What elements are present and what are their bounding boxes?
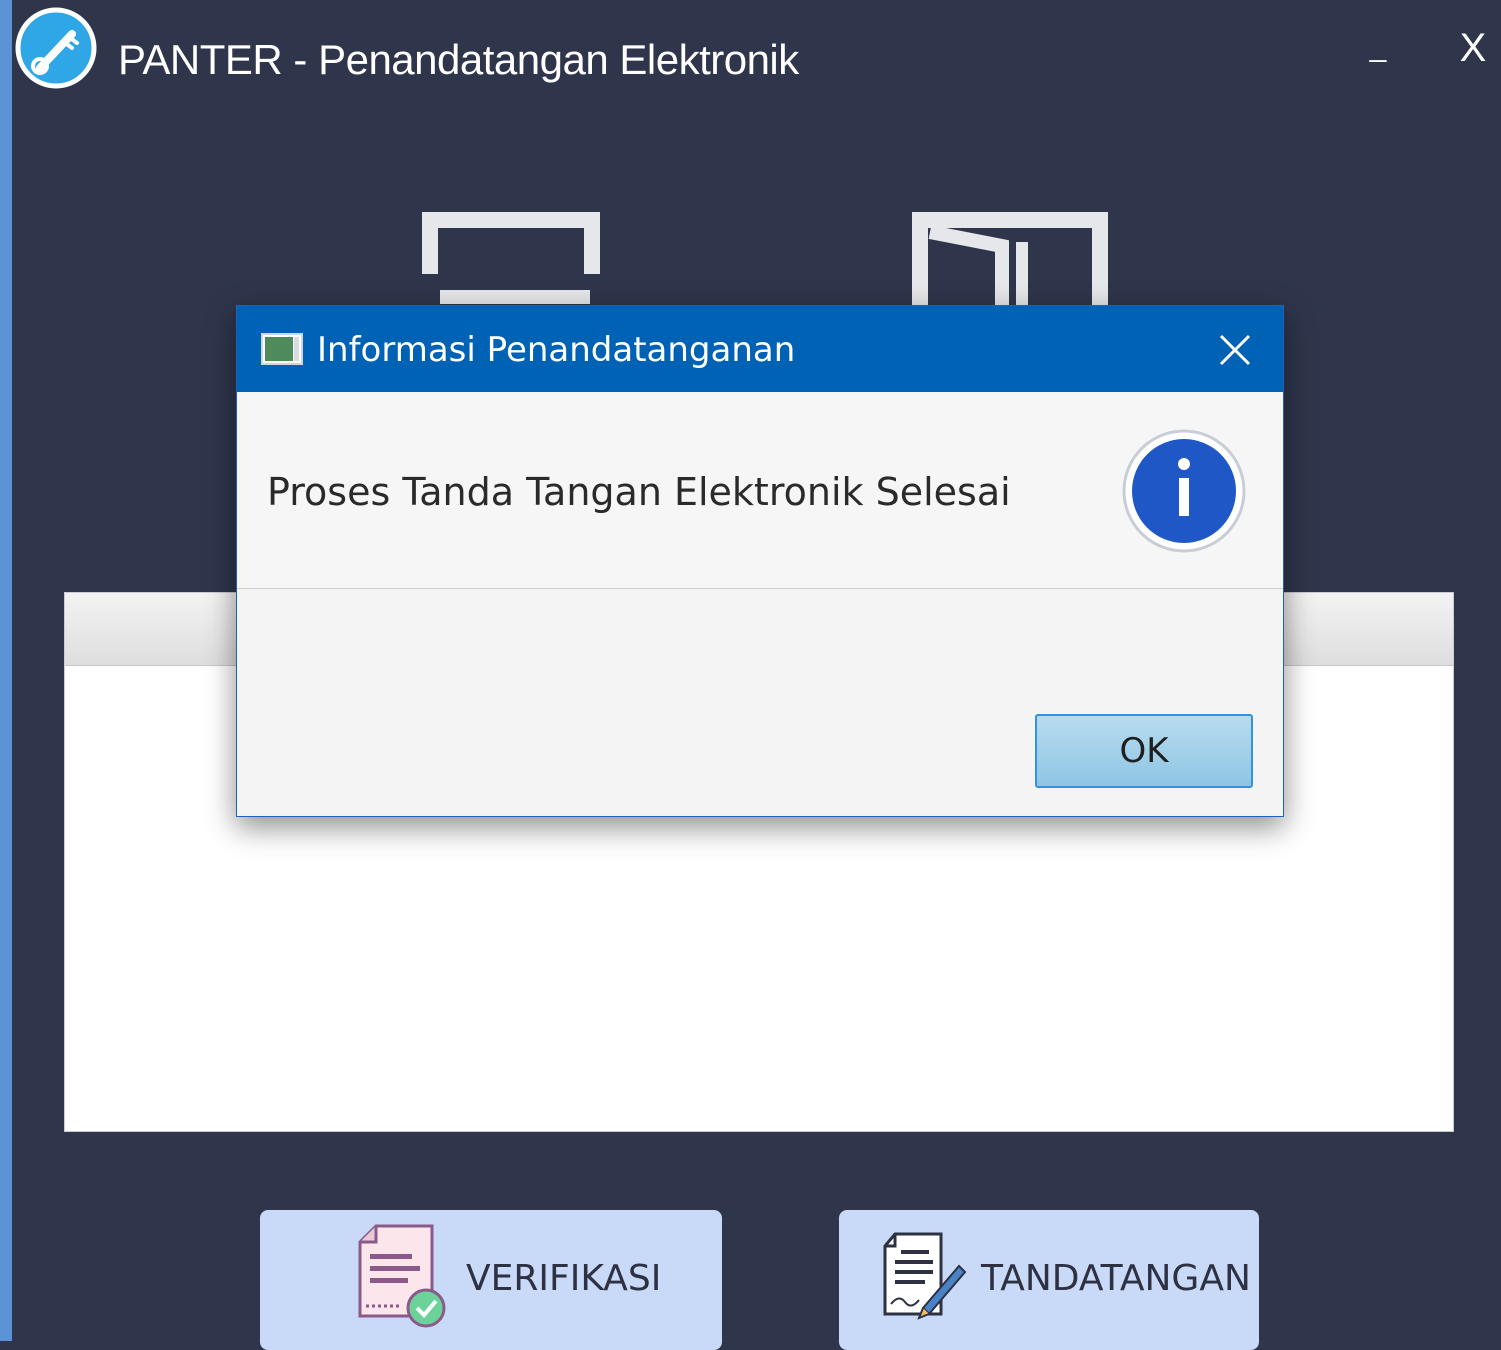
sign-document-icon <box>883 1232 967 1320</box>
dialog-title: Informasi Penandatanganan <box>317 330 796 370</box>
book-document-icon <box>912 212 1108 308</box>
window-app-icon <box>261 333 303 365</box>
dialog-close-icon[interactable] <box>1215 330 1255 370</box>
minimize-button[interactable]: _ <box>1364 30 1392 70</box>
sign-button-label: TANDATANGAN <box>981 1258 1251 1299</box>
ok-button[interactable]: OK <box>1035 714 1253 788</box>
dialog-message: Proses Tanda Tangan Elektronik Selesai <box>267 470 1011 514</box>
signing-info-dialog: Informasi Penandatanganan Proses Tanda T… <box>236 305 1284 817</box>
sign-button[interactable]: TANDATANGAN <box>839 1210 1259 1350</box>
info-icon <box>1122 429 1246 553</box>
dialog-message-area: Proses Tanda Tangan Elektronik Selesai <box>237 392 1283 589</box>
app-logo-icon <box>15 7 97 89</box>
dialog-titlebar: Informasi Penandatanganan <box>237 306 1283 392</box>
left-edge-strip <box>0 0 12 1341</box>
verify-button[interactable]: VERIFIKASI <box>260 1210 722 1350</box>
pdf-document-icon <box>422 212 600 304</box>
verify-button-label: VERIFIKASI <box>466 1258 662 1299</box>
verify-document-icon <box>358 1224 446 1328</box>
window-close-button[interactable]: X <box>1455 26 1491 70</box>
app-title: PANTER - Penandatangan Elektronik <box>118 36 799 83</box>
